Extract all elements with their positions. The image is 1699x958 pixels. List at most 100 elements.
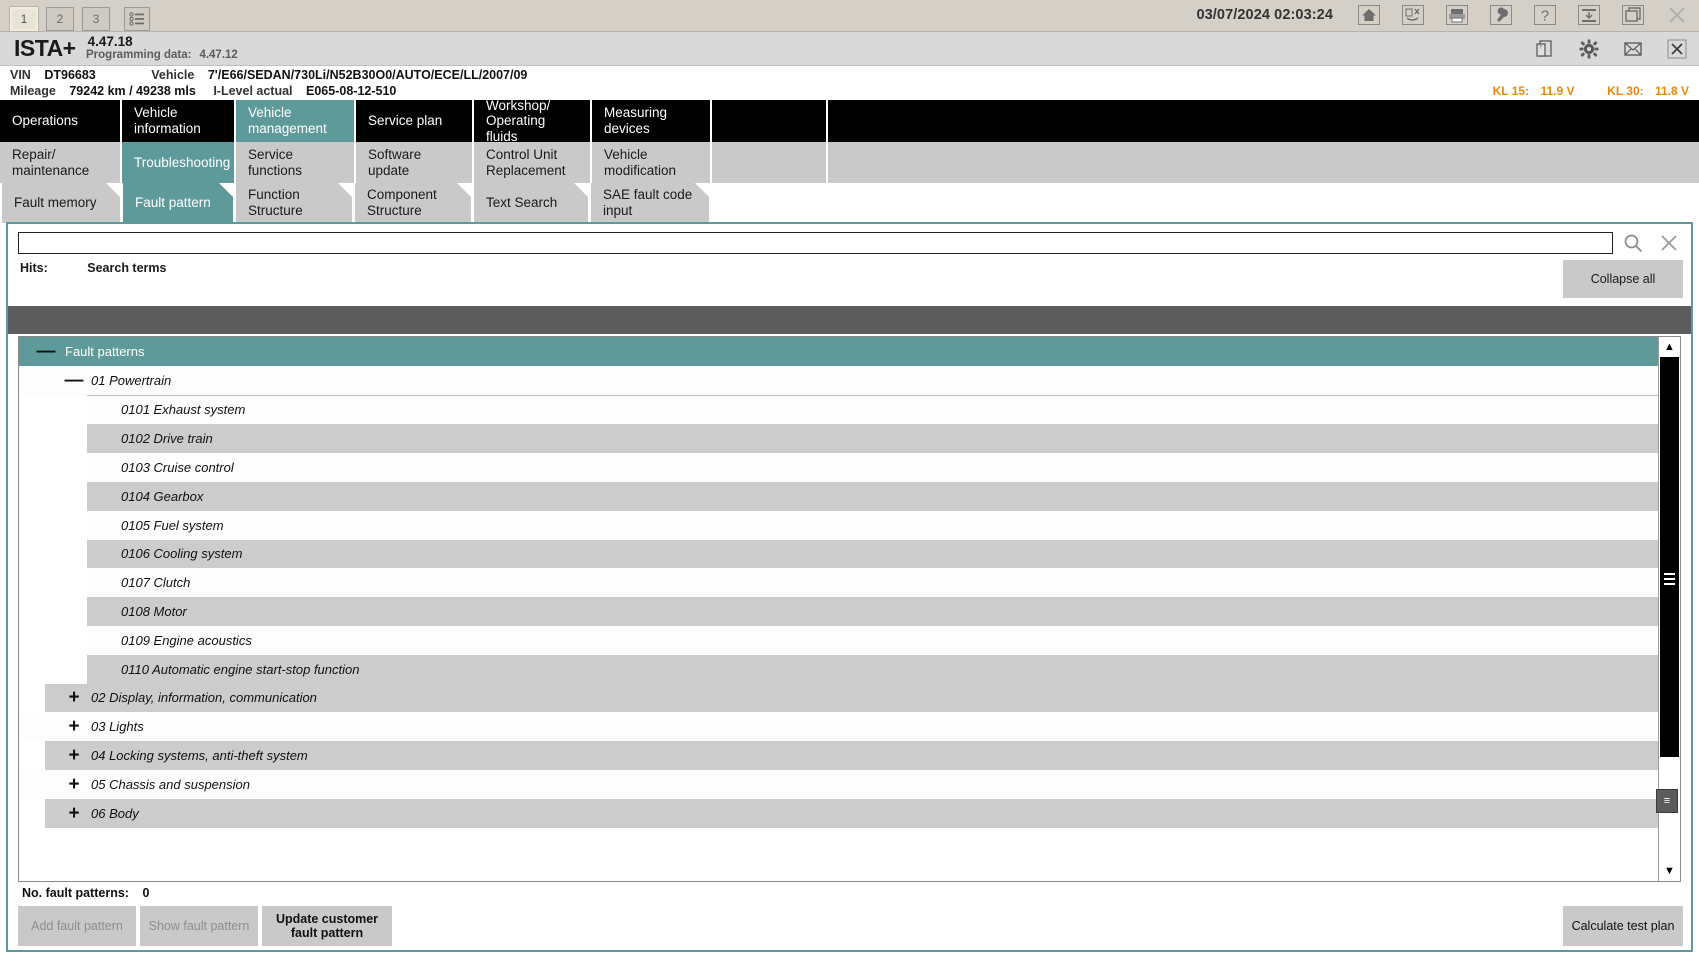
- close-icon[interactable]: [1655, 230, 1683, 256]
- scrollbar-grip-icon: [1664, 573, 1675, 585]
- collapse-toggle-icon[interactable]: —: [61, 371, 87, 390]
- expand-toggle-icon[interactable]: +: [61, 717, 87, 736]
- tree-row-03-lights[interactable]: + 03 Lights: [19, 712, 1658, 741]
- tree-row-0107[interactable]: 0107 Clutch: [19, 568, 1658, 597]
- search-input[interactable]: [18, 232, 1613, 254]
- brand-bar: ISTA+ 4.47.18 Programming data:4.47.12 ?: [0, 32, 1699, 66]
- close-icon[interactable]: [1655, 0, 1699, 30]
- tree-row-label: 01 Powertrain: [87, 373, 171, 388]
- tree-row-label: 03 Lights: [87, 719, 144, 734]
- tab-text-search[interactable]: Text Search: [474, 183, 588, 223]
- tab-component-structure[interactable]: ComponentStructure: [355, 183, 471, 223]
- tree-row-0105[interactable]: 0105 Fuel system: [19, 511, 1658, 540]
- mileage-label: Mileage: [10, 84, 56, 98]
- tree-row-0108[interactable]: 0108 Motor: [19, 597, 1658, 626]
- tab-fault-pattern[interactable]: Fault pattern: [123, 183, 233, 223]
- nav-filler: [828, 100, 1699, 142]
- scrollbar-track[interactable]: ≡ ←: [1659, 357, 1680, 861]
- tree-row-0110[interactable]: 0110 Automatic engine start-stop functio…: [19, 655, 1658, 684]
- vehicle-value: 7'/E66/SEDAN/730Li/N52B30O0/AUTO/ECE/LL/…: [208, 68, 528, 82]
- help-icon[interactable]: ?: [1523, 0, 1567, 30]
- tree-row-fault-patterns[interactable]: — Fault patterns: [19, 337, 1658, 366]
- nav-service-plan[interactable]: Service plan: [356, 100, 474, 142]
- expand-toggle-icon[interactable]: +: [61, 804, 87, 823]
- tab-fault-memory[interactable]: Fault memory: [2, 183, 120, 223]
- nav-vehicle-modification[interactable]: Vehicle modification: [592, 142, 712, 183]
- scrollbar-thumb[interactable]: [1660, 357, 1679, 757]
- tab-function-structure[interactable]: FunctionStructure: [236, 183, 352, 223]
- close-icon[interactable]: [1655, 33, 1699, 65]
- home-icon[interactable]: [1347, 0, 1391, 30]
- ilevel-value: E065-08-12-510: [306, 84, 396, 98]
- expand-toggle-icon[interactable]: +: [61, 688, 87, 707]
- session-tab-1[interactable]: 1: [10, 7, 38, 31]
- tree-row-0104[interactable]: 0104 Gearbox: [19, 482, 1658, 511]
- list-icon[interactable]: [124, 7, 150, 31]
- tree-row-01-powertrain[interactable]: — 01 Powertrain: [19, 366, 1658, 395]
- nav-vehicle-information[interactable]: Vehicle information: [122, 100, 236, 142]
- hits-row: Hits: Search terms: [20, 261, 166, 275]
- session-tab-3[interactable]: 3: [82, 7, 110, 31]
- wrench-icon[interactable]: [1479, 0, 1523, 30]
- fault-pattern-count: No. fault patterns: 0: [22, 886, 149, 900]
- nav-operations[interactable]: Operations: [0, 100, 122, 142]
- minimize-icon[interactable]: [1567, 0, 1611, 30]
- tree-row-label: 0103 Cruise control: [87, 460, 234, 475]
- collapse-toggle-icon[interactable]: —: [33, 342, 59, 361]
- tree-header-bar: [8, 306, 1691, 334]
- scroll-page-indicator-icon[interactable]: ≡: [1656, 789, 1678, 813]
- show-fault-pattern-button[interactable]: Show fault pattern: [140, 906, 258, 946]
- add-fault-pattern-button[interactable]: Add fault pattern: [18, 906, 136, 946]
- documents-icon[interactable]: ?: [1523, 33, 1567, 65]
- tree-row-02-display[interactable]: + 02 Display, information, communication: [19, 684, 1658, 713]
- calculate-test-plan-button[interactable]: Calculate test plan: [1563, 906, 1683, 946]
- collapse-all-button[interactable]: Collapse all: [1563, 260, 1683, 298]
- tertiary-nav: Fault memory Fault pattern FunctionStruc…: [0, 183, 1699, 225]
- tree-row-06-body[interactable]: + 06 Body: [19, 799, 1658, 828]
- primary-nav: Operations Vehicle information Vehiclema…: [0, 100, 1699, 142]
- mail-icon[interactable]: [1611, 33, 1655, 65]
- nav-workshop-operating-fluids[interactable]: Workshop/Operating fluids: [474, 100, 592, 142]
- tree-row-05-chassis[interactable]: + 05 Chassis and suspension: [19, 770, 1658, 799]
- nav-measuring-devices[interactable]: Measuring devices: [592, 100, 712, 142]
- nav-software-update[interactable]: Software update: [356, 142, 474, 183]
- tree-row-04-locking[interactable]: + 04 Locking systems, anti-theft system: [19, 741, 1658, 770]
- ilevel-label: I-Level actual: [213, 84, 292, 98]
- tree-row-0103[interactable]: 0103 Cruise control: [19, 453, 1658, 482]
- tree-list: — Fault patterns — 01 Powertrain 0101 Ex…: [19, 337, 1658, 881]
- nav-troubleshooting[interactable]: Troubleshooting: [122, 142, 236, 183]
- vehicle-id-icon[interactable]: [1391, 0, 1435, 30]
- restore-icon[interactable]: [1611, 0, 1655, 30]
- scroll-up-arrow-icon[interactable]: ▲: [1659, 337, 1680, 357]
- update-customer-fault-pattern-button[interactable]: Update customerfault pattern: [262, 906, 392, 946]
- nav-repair-maintenance[interactable]: Repair/maintenance: [0, 142, 122, 183]
- tab-sae-fault-code-input[interactable]: SAE fault codeinput: [591, 183, 709, 223]
- expand-toggle-icon[interactable]: +: [61, 746, 87, 765]
- search-icon[interactable]: [1619, 230, 1647, 256]
- brand-icons: ?: [1523, 33, 1699, 65]
- tree-row-label: 0106 Cooling system: [87, 546, 242, 561]
- nav-control-unit-replacement[interactable]: Control UnitReplacement: [474, 142, 592, 183]
- kl15-label: KL 15:: [1493, 84, 1529, 98]
- gear-icon[interactable]: [1567, 33, 1611, 65]
- nav-vehicle-management[interactable]: Vehiclemanagement: [236, 100, 356, 142]
- tree-row-label: 0101 Exhaust system: [87, 402, 245, 417]
- tree-row-0106[interactable]: 0106 Cooling system: [19, 540, 1658, 569]
- nav-empty-slot: [712, 100, 828, 142]
- print-icon[interactable]: [1435, 0, 1479, 30]
- expand-toggle-icon[interactable]: +: [61, 775, 87, 794]
- secondary-nav: Repair/maintenance Troubleshooting Servi…: [0, 142, 1699, 183]
- clock: 03/07/2024 02:03:24: [1196, 7, 1347, 23]
- nav-service-functions[interactable]: Service functions: [236, 142, 356, 183]
- tree-row-0101[interactable]: 0101 Exhaust system: [19, 396, 1658, 425]
- vehicle-label: Vehicle: [151, 68, 194, 82]
- vin-label: VIN: [10, 68, 31, 82]
- panel-footer: No. fault patterns: 0 Add fault pattern …: [8, 882, 1691, 950]
- scroll-down-arrow-icon[interactable]: ▼: [1659, 861, 1680, 881]
- session-tab-2[interactable]: 2: [46, 7, 74, 31]
- tree-row-0102[interactable]: 0102 Drive train: [19, 424, 1658, 453]
- nav2-empty-slot: [712, 142, 828, 183]
- tree-row-0109[interactable]: 0109 Engine acoustics: [19, 626, 1658, 655]
- tree-vertical-scrollbar[interactable]: ▲ ≡ ← ▼: [1658, 337, 1680, 881]
- app-title: ISTA+: [14, 35, 76, 62]
